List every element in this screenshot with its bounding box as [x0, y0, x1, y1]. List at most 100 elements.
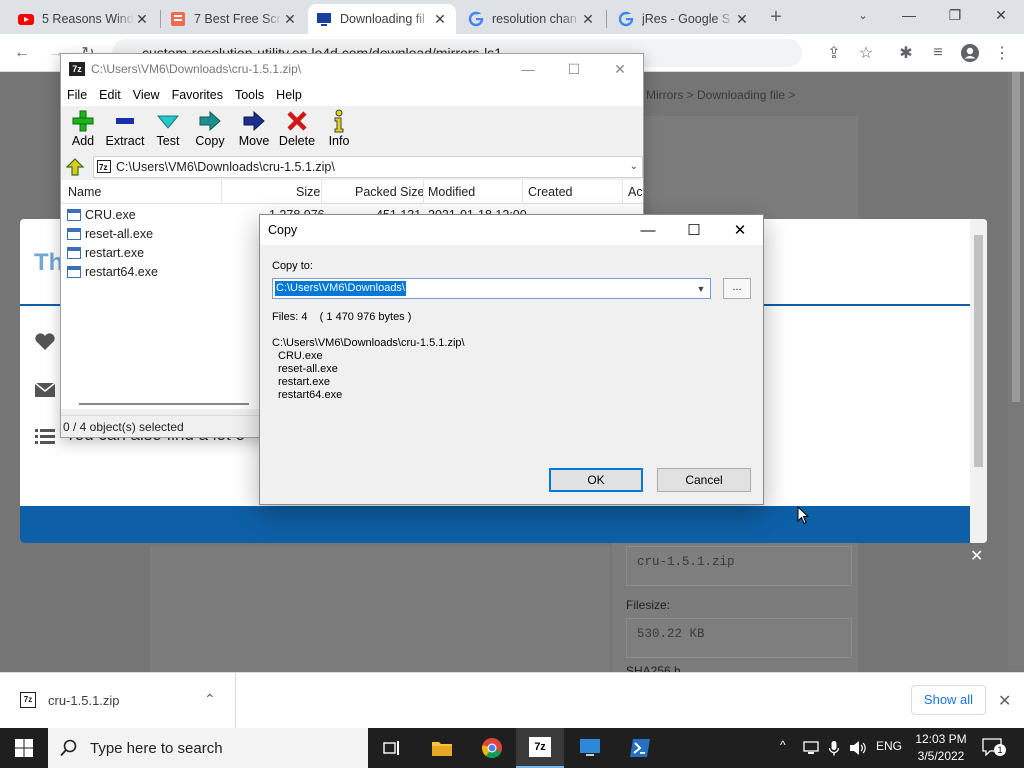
close-shelf-icon[interactable]: ✕: [998, 691, 1011, 711]
breadcrumb: Mirrors > Downloading file >: [646, 88, 796, 102]
menu-help[interactable]: Help: [270, 88, 308, 102]
minimize-button[interactable]: —: [886, 0, 932, 30]
more-menu-icon[interactable]: ⋮: [990, 41, 1014, 65]
copy-to-combobox[interactable]: C:\Users\VM6\Downloads\ ▼: [272, 278, 711, 299]
filesize-value: 530.22 KB: [626, 618, 852, 658]
info-button[interactable]: Info: [317, 108, 361, 148]
file-row[interactable]: restart64.exe: [67, 262, 158, 281]
menu-view[interactable]: View: [127, 88, 166, 102]
test-button[interactable]: Test: [146, 108, 190, 148]
tab-youtube[interactable]: 5 Reasons Wind ✕: [10, 4, 158, 34]
new-tab-button[interactable]: +: [764, 5, 788, 29]
breadcrumb-item[interactable]: Mirrors: [646, 88, 683, 102]
microphone-icon[interactable]: [828, 740, 840, 757]
bookmark-star-icon[interactable]: ☆: [854, 41, 878, 65]
7zip-taskbar-button[interactable]: 7z: [516, 728, 564, 768]
modal-close-icon[interactable]: ✕: [970, 546, 983, 566]
close-tab-icon[interactable]: ✕: [580, 11, 596, 27]
volume-icon[interactable]: [849, 740, 867, 756]
email-icon[interactable]: [34, 381, 56, 399]
add-label: Add: [71, 134, 95, 148]
copy-minimize-button[interactable]: —: [625, 215, 671, 245]
powershell-button[interactable]: [616, 728, 664, 768]
column-created[interactable]: Created: [528, 185, 572, 199]
7zip-toolbar: Add Extract Test Copy Move Delete Info: [61, 106, 643, 154]
remote-desktop-button[interactable]: [566, 728, 614, 768]
chrome-button[interactable]: [468, 728, 516, 768]
start-button[interactable]: [0, 728, 48, 768]
column-packed-size[interactable]: Packed Size: [355, 185, 424, 199]
menu-file[interactable]: File: [61, 88, 93, 102]
network-icon[interactable]: [803, 740, 819, 756]
close-tab-icon[interactable]: ✕: [282, 11, 298, 27]
copy-maximize-button[interactable]: ☐: [671, 215, 717, 245]
exe-file-icon: [67, 265, 81, 278]
tab-resolution[interactable]: resolution chan ✕: [460, 4, 604, 34]
file-row[interactable]: reset-all.exe: [67, 224, 153, 243]
tab-best-free[interactable]: 7 Best Free Scre ✕: [162, 4, 306, 34]
page-scrollbar[interactable]: [1008, 72, 1024, 670]
list-icon[interactable]: [34, 427, 56, 445]
file-explorer-button[interactable]: [418, 728, 466, 768]
horizontal-scrollbar[interactable]: [79, 403, 249, 405]
tab-downloading[interactable]: Downloading fil ✕: [308, 4, 456, 34]
move-button[interactable]: Move: [232, 108, 276, 148]
copy-close-button[interactable]: ✕: [717, 215, 763, 245]
profile-avatar-icon[interactable]: [958, 41, 982, 65]
7zip-close-button[interactable]: ✕: [597, 54, 643, 84]
heart-icon[interactable]: [34, 333, 56, 351]
delete-button[interactable]: Delete: [275, 108, 319, 148]
extract-button[interactable]: Extract: [103, 108, 147, 148]
column-name[interactable]: Name: [68, 185, 101, 199]
chevron-down-icon[interactable]: ⌄: [630, 157, 638, 177]
menu-tools[interactable]: Tools: [229, 88, 270, 102]
share-icon[interactable]: ⇪: [822, 41, 846, 65]
breadcrumb-item[interactable]: Downloading file: [697, 88, 785, 102]
plus-icon: [72, 110, 94, 132]
close-tab-icon[interactable]: ✕: [432, 11, 448, 27]
close-tab-icon[interactable]: ✕: [134, 11, 150, 27]
source-path: C:\Users\VM6\Downloads\cru-1.5.1.zip\: [272, 337, 465, 349]
restore-button[interactable]: ❐: [932, 0, 978, 30]
notification-center-button[interactable]: 1: [982, 738, 1006, 758]
chrome-icon: [482, 738, 502, 759]
show-all-button[interactable]: Show all: [911, 685, 986, 715]
7zip-titlebar[interactable]: 7z C:\Users\VM6\Downloads\cru-1.5.1.zip\…: [61, 54, 643, 84]
download-item[interactable]: 7z cru-1.5.1.zip ⌃: [0, 673, 236, 729]
exe-file-icon: [67, 208, 81, 221]
up-folder-icon[interactable]: [66, 158, 84, 176]
system-clock[interactable]: 12:03 PM 3/5/2022: [912, 731, 970, 765]
task-view-button[interactable]: [368, 728, 416, 768]
chevron-down-icon[interactable]: ▼: [694, 281, 708, 296]
menu-edit[interactable]: Edit: [93, 88, 127, 102]
copy-button[interactable]: Copy: [188, 108, 232, 148]
page-scrollbar-thumb[interactable]: [1012, 72, 1020, 402]
path-combobox[interactable]: 7z C:\Users\VM6\Downloads\cru-1.5.1.zip\…: [93, 156, 643, 178]
show-hidden-icons-chevron-icon[interactable]: ^: [780, 738, 786, 752]
menu-favorites[interactable]: Favorites: [166, 88, 229, 102]
7zip-minimize-button[interactable]: —: [505, 54, 551, 84]
modal-scrollbar[interactable]: [970, 219, 987, 543]
browse-button[interactable]: ...: [723, 278, 751, 299]
tab-search-chevron-icon[interactable]: ⌄: [840, 0, 886, 30]
tab-jres[interactable]: jRes - Google S ✕: [610, 4, 758, 34]
ok-button[interactable]: OK: [549, 468, 643, 492]
close-window-button[interactable]: ✕: [978, 0, 1024, 30]
close-tab-icon[interactable]: ✕: [734, 11, 750, 27]
file-row[interactable]: restart.exe: [67, 243, 144, 262]
clock-date: 3/5/2022: [917, 749, 965, 763]
language-indicator[interactable]: ENG: [876, 739, 902, 753]
taskbar-search-box[interactable]: Type here to search: [48, 728, 368, 768]
modal-scrollbar-thumb[interactable]: [974, 235, 983, 467]
media-control-icon[interactable]: ≡: [926, 41, 950, 65]
cancel-button[interactable]: Cancel: [657, 468, 751, 492]
column-modified[interactable]: Modified: [428, 185, 475, 199]
add-button[interactable]: Add: [61, 108, 105, 148]
copy-dialog-titlebar[interactable]: Copy — ☐ ✕: [260, 215, 763, 245]
chevron-up-icon[interactable]: ⌃: [204, 691, 216, 708]
back-arrow-icon[interactable]: ←: [10, 41, 34, 65]
7zip-maximize-button[interactable]: ☐: [551, 54, 597, 84]
extensions-puzzle-icon[interactable]: ✱: [894, 41, 918, 65]
column-attributes[interactable]: Ac: [628, 185, 643, 199]
column-size[interactable]: Size: [296, 185, 320, 199]
